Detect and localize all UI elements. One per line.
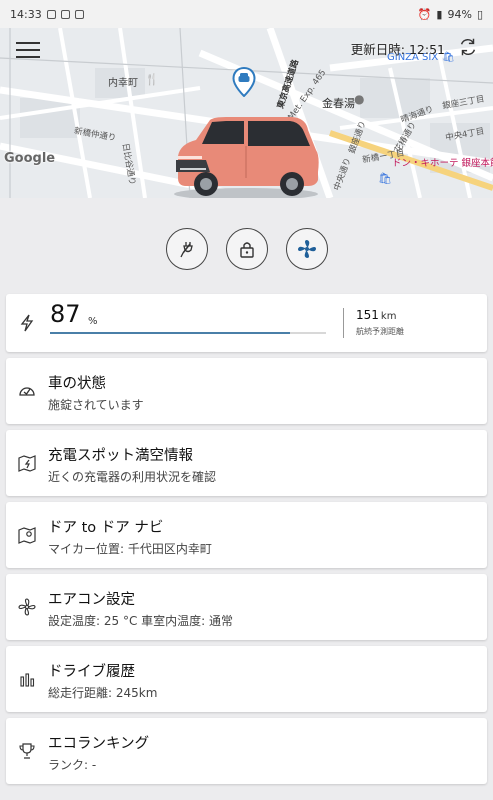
lock-button[interactable] bbox=[225, 228, 268, 270]
range-number: 151 bbox=[356, 308, 379, 322]
menu-subtitle: 近くの充電器の利用状況を確認 bbox=[48, 470, 217, 484]
map-label-donki: ドン・キホーテ 銀座本館 bbox=[392, 158, 493, 169]
vehicle-image bbox=[174, 117, 319, 198]
shopping-icon: 🛍 bbox=[378, 172, 392, 185]
menu-card-vehicle-status[interactable]: 車の状態 施錠されています bbox=[6, 358, 487, 424]
alarm-icon: ⏰ bbox=[417, 7, 432, 21]
car-location-pin-icon[interactable] bbox=[232, 67, 256, 97]
notification-icon bbox=[74, 9, 84, 19]
charge-button[interactable] bbox=[165, 228, 208, 270]
battery-percent: 87 bbox=[50, 300, 81, 328]
menu-card-air-conditioner[interactable]: エアコン設定 設定温度: 25 °C 車室内温度: 通常 bbox=[6, 574, 487, 640]
menu-subtitle: マイカー位置: 千代田区内幸町 bbox=[48, 542, 212, 556]
lock-icon bbox=[239, 242, 254, 258]
climate-button[interactable] bbox=[285, 228, 328, 270]
map-pin-icon bbox=[18, 527, 36, 544]
map-charging-icon bbox=[18, 455, 36, 472]
menu-title: 充電スポット満空情報 bbox=[48, 448, 193, 464]
charging-plug-icon bbox=[179, 242, 193, 258]
menu-card-door-to-door[interactable]: ドア to ドア ナビ マイカー位置: 千代田区内幸町 bbox=[6, 502, 487, 568]
menu-title: ドア to ドア ナビ bbox=[48, 520, 164, 536]
menu-subtitle: 設定温度: 25 °C 車室内温度: 通常 bbox=[48, 614, 233, 628]
status-bar: 14:33 ⏰ ▮ 94% ▯ bbox=[0, 0, 493, 28]
trophy-icon bbox=[19, 743, 35, 759]
menu-title: 車の状態 bbox=[48, 376, 106, 392]
battery-level-fill bbox=[50, 332, 291, 334]
vehicle-map[interactable]: 内幸町 🍴 GINZA SIX 🛍 金春湯 ● ドン・キホーテ 銀座本館 🛍 新… bbox=[0, 28, 493, 198]
lightning-icon bbox=[20, 314, 34, 332]
signal-icon: ▮ bbox=[436, 7, 443, 21]
notification-icon bbox=[46, 9, 56, 19]
menu-card-charging-spot[interactable]: 充電スポット満空情報 近くの充電器の利用状況を確認 bbox=[6, 430, 487, 496]
menu-title: エアコン設定 bbox=[48, 592, 135, 608]
menu-subtitle: 施錠されています bbox=[48, 398, 144, 412]
google-logo: Google bbox=[4, 151, 56, 166]
divider bbox=[343, 308, 344, 338]
place-pin-icon: ● bbox=[354, 92, 365, 106]
menu-subtitle: ランク: - bbox=[48, 758, 97, 772]
menu-card-eco-ranking[interactable]: エコランキング ランク: - bbox=[6, 718, 487, 784]
range-label: 航続予測距離 bbox=[356, 327, 404, 336]
map-label-konparuyu: 金春湯 bbox=[322, 97, 355, 110]
fan-icon bbox=[297, 240, 316, 258]
map-label-uchisaiwai: 内幸町 bbox=[108, 78, 138, 89]
battery-card[interactable]: 87 % 151 km 航続予測距離 bbox=[6, 294, 487, 352]
status-time: 14:33 bbox=[10, 7, 42, 21]
menu-title: エコランキング bbox=[48, 736, 150, 752]
range-value: 151 km bbox=[356, 308, 396, 322]
menu-subtitle: 総走行距離: 245km bbox=[48, 686, 158, 700]
update-timestamp: 更新日時: 12:51 bbox=[350, 42, 445, 57]
battery-percent-unit: % bbox=[88, 316, 98, 327]
range-unit: km bbox=[380, 311, 397, 322]
gauge-check-icon bbox=[19, 387, 35, 396]
notification-icon bbox=[60, 9, 70, 19]
refresh-icon[interactable] bbox=[457, 36, 479, 58]
battery-icon: ▯ bbox=[476, 7, 483, 21]
quick-actions bbox=[0, 228, 493, 270]
hamburger-menu-icon[interactable] bbox=[16, 42, 40, 60]
battery-level-bar bbox=[50, 332, 326, 334]
menu-title: ドライブ履歴 bbox=[48, 664, 135, 680]
menu-card-drive-history[interactable]: ドライブ履歴 総走行距離: 245km bbox=[6, 646, 487, 712]
battery-percent: 94% bbox=[447, 7, 472, 21]
fan-icon bbox=[18, 598, 36, 616]
restaurant-icon: 🍴 bbox=[145, 73, 159, 86]
bar-chart-icon bbox=[20, 673, 35, 687]
